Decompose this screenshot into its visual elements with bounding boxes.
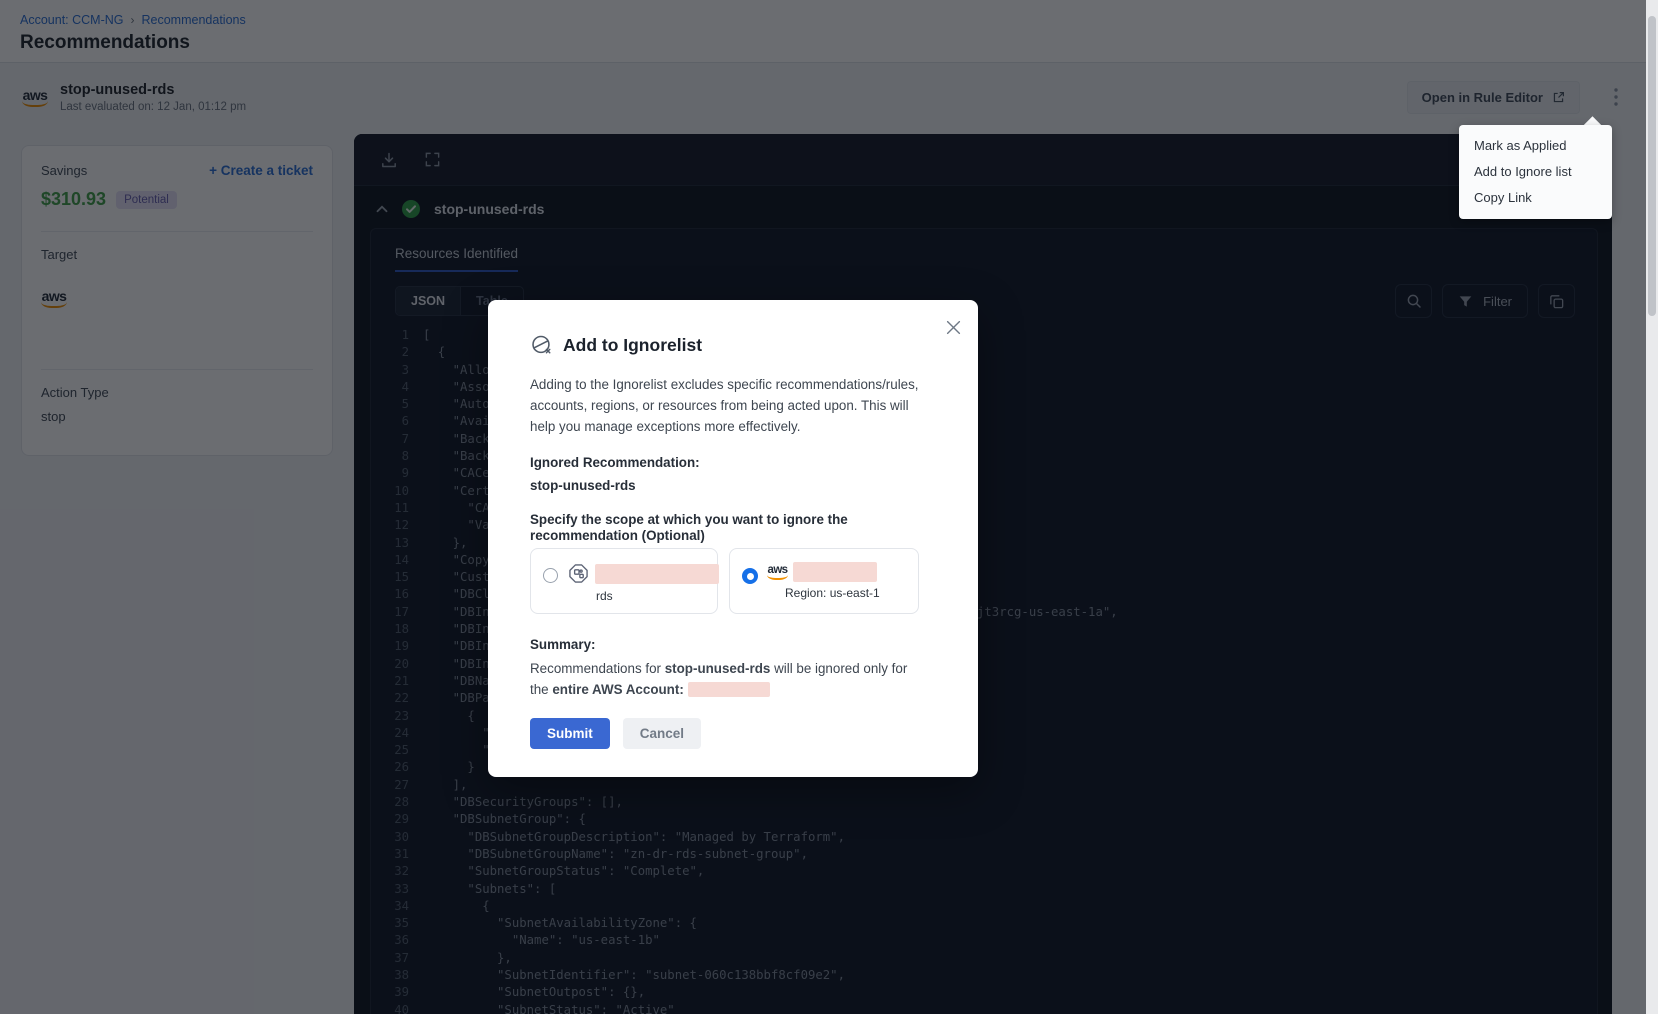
scope-label: Specify the scope at which you want to i…: [530, 512, 926, 544]
scope-option-rds[interactable]: rds: [530, 548, 718, 614]
summary-text: Recommendations for stop-unused-rds will…: [530, 659, 916, 701]
aws-swoosh: [767, 575, 788, 580]
add-to-ignorelist-modal: Add to Ignorelist Adding to the Ignoreli…: [488, 300, 978, 777]
menu-item[interactable]: Copy Link: [1459, 185, 1612, 211]
ignored-recommendation-label: Ignored Recommendation:: [530, 455, 936, 470]
aws-logo-small: aws: [767, 565, 788, 581]
scrollbar-thumb[interactable]: [1648, 16, 1656, 316]
scope-option-rds-label: rds: [596, 589, 719, 603]
radio-unselected[interactable]: [543, 568, 558, 583]
menu-item[interactable]: Mark as Applied: [1459, 133, 1612, 159]
redacted-resource-name: [595, 564, 719, 584]
redacted-account-inline: [688, 682, 770, 697]
resource-octagon-icon: [567, 562, 590, 585]
submit-button[interactable]: Submit: [530, 718, 610, 749]
redacted-account-id: [793, 562, 877, 582]
scope-option-cards: rds aws Region: us-east-1: [530, 548, 936, 614]
ignored-recommendation-value: stop-unused-rds: [530, 478, 936, 493]
kebab-dropdown-menu: Mark as Applied Add to Ignore list Copy …: [1459, 125, 1612, 219]
radio-selected[interactable]: [742, 568, 758, 584]
page-scrollbar[interactable]: [1646, 0, 1658, 1014]
summary-label: Summary:: [530, 637, 936, 652]
cancel-button[interactable]: Cancel: [623, 718, 701, 749]
close-icon[interactable]: [944, 318, 962, 336]
modal-title: Add to Ignorelist: [563, 335, 702, 356]
modal-description: Adding to the Ignorelist excludes specif…: [530, 375, 928, 437]
scope-option-region-label: Region: us-east-1: [785, 586, 880, 600]
ignore-icon: [530, 334, 553, 357]
scope-option-aws-account[interactable]: aws Region: us-east-1: [729, 548, 919, 614]
menu-item[interactable]: Add to Ignore list: [1459, 159, 1612, 185]
